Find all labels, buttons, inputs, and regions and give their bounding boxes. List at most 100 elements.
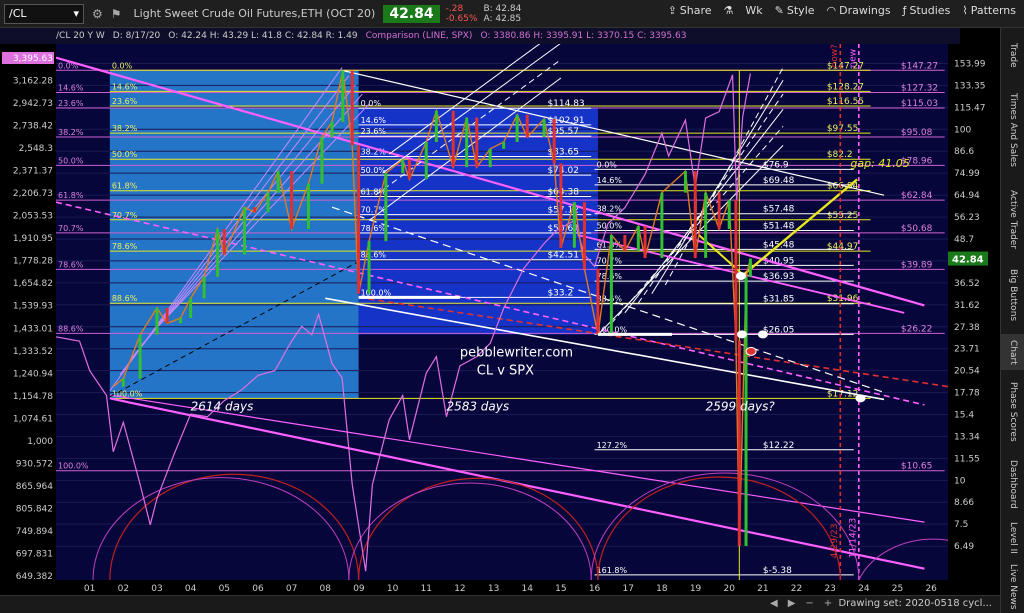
cl-candle [451, 110, 455, 168]
left-axis-label: 1,778.28 [13, 257, 53, 267]
fib-set-3-pct-label: 0.0% [361, 99, 382, 108]
x-axis-label: 20 [723, 584, 735, 594]
tab-level-ii[interactable]: Level II [1001, 518, 1024, 558]
style-button[interactable]: ✎ Style [775, 4, 815, 17]
cl-candle [704, 192, 708, 258]
fib-set-3-pct-label: 14.6% [361, 116, 387, 125]
left-axis-label: 2,206.73 [13, 189, 53, 199]
cl-candle [357, 145, 361, 294]
ask-value: A: 42.85 [483, 13, 522, 24]
right-axis-label: 115.47 [954, 103, 986, 113]
symbol-text: /CL [9, 7, 27, 20]
left-axis-label: 1,910.95 [13, 234, 53, 244]
chart-info-bar: /CL 20 Y W D: 8/17/20 O: 42.24 H: 43.29 … [0, 28, 960, 44]
cl-candle [341, 70, 345, 122]
left-axis-label: 865.964 [16, 482, 53, 492]
tab-live-news[interactable]: Live News [1001, 562, 1024, 612]
x-axis-label: 18 [656, 584, 668, 594]
timeframe-button[interactable]: Wk [745, 4, 762, 17]
left-axis-label: 649.382 [16, 572, 53, 582]
red-marker-dot [745, 346, 757, 356]
instrument-name: Light Sweet Crude Oil Futures,ETH (OCT 2… [133, 7, 376, 20]
fib-set-4-pct-label: 70.7% [597, 256, 623, 265]
right-axis-label: 13.34 [954, 432, 980, 442]
vertical-label-1: now? [830, 44, 840, 67]
fib-set-2-price-label: $55.25 [827, 211, 859, 221]
zoom-out-icon[interactable]: − [805, 598, 813, 609]
white-marker-dot [757, 330, 768, 339]
x-axis-label: 12 [454, 584, 465, 594]
x-axis-label: 22 [791, 584, 802, 594]
cl-candle [643, 226, 647, 258]
tab-trade[interactable]: Trade [1001, 34, 1024, 76]
zoom-in-icon[interactable]: + [824, 598, 832, 609]
share-icon: ⇪ [667, 4, 677, 17]
fib-set-1-pct-label: 50.0% [58, 156, 84, 165]
right-axis-label: 6.49 [954, 542, 974, 552]
cl-candle [582, 202, 586, 269]
cl-candle [525, 114, 529, 138]
flask-icon: ⚗ [723, 4, 734, 17]
x-axis-label: 16 [589, 584, 601, 594]
fib-set-1-price-label: $39.89 [901, 260, 933, 270]
x-axis-label: 01 [84, 584, 95, 594]
flag-icon[interactable]: ⚑ [111, 7, 122, 21]
fib-set-2-pct-label: 78.6% [112, 242, 138, 251]
fib-set-2-pct-label: 14.6% [112, 82, 138, 91]
drawings-button[interactable]: ◠ Drawings [827, 4, 891, 17]
cl-candle [276, 171, 280, 193]
tab-big-buttons[interactable]: Big Buttons [1001, 262, 1024, 328]
cl-candle [266, 192, 270, 213]
left-axis-label: 1,654.82 [13, 279, 53, 289]
fib-set-4-pct-label: 78.6% [597, 272, 623, 281]
fib-set-1-pct-label: 61.8% [58, 191, 84, 200]
gear-icon[interactable]: ⚙ [92, 7, 103, 21]
x-axis-label: 17 [622, 584, 633, 594]
fib-set-4-pct-label: 88.6% [597, 295, 623, 304]
left-axis-label: 1,333.52 [13, 347, 53, 357]
fib-set-1-price-label: $147.27 [901, 61, 938, 71]
series-label: /CL 20 Y W [56, 31, 105, 41]
x-axis-label: 13 [488, 584, 499, 594]
tab-chart[interactable]: Chart [1001, 334, 1024, 370]
current-price-label: 42.84 [952, 255, 984, 266]
fib-set-1-pct-label: 23.6% [58, 99, 84, 108]
vertical-date-2: 11/14/23 [848, 518, 858, 558]
gap-label: gap: 41.05 [850, 157, 909, 170]
comparison-ohlc: O: 3380.86 H: 3395.91 L: 3370.15 C: 3395… [480, 31, 687, 41]
right-axis-label: 56.23 [954, 213, 980, 223]
symbol-selector[interactable]: /CL ▾ [4, 3, 84, 24]
studies-button[interactable]: ƒ Studies [903, 4, 951, 17]
fib-set-1-pct-label: 88.6% [58, 324, 84, 333]
share-button[interactable]: ⇪ Share [668, 4, 712, 17]
cl-candle [222, 228, 226, 255]
cl-candle [330, 121, 334, 138]
cl-candle [737, 340, 741, 546]
scroll-right-icon[interactable]: ▶ [788, 598, 796, 609]
scroll-left-icon[interactable]: ◀ [770, 598, 778, 609]
fib-set-1-price-label: $10.65 [901, 462, 933, 472]
flask-button[interactable]: ⚗ [724, 4, 734, 17]
right-axis-label: 133.35 [954, 81, 986, 91]
cl-candle [572, 202, 576, 248]
x-axis-label: 14 [522, 584, 534, 594]
bar-date: D: 8/17/20 [112, 31, 161, 41]
fib-set-4-price-label: $51.48 [763, 222, 795, 232]
patterns-button[interactable]: ⌇ Patterns [962, 4, 1016, 17]
vertical-label-2: new [848, 49, 858, 68]
x-axis-label: 04 [185, 584, 197, 594]
right-axis-label: 86.6 [954, 147, 974, 157]
chart-canvas[interactable]: 0.0% $147.27 14.6% $127.32 23.6% $115.03 38.2%… [0, 44, 1000, 595]
cl-candle [660, 192, 664, 258]
tab-dashboard[interactable]: Dashboard [1001, 454, 1024, 514]
bid-value: B: 42.84 [483, 3, 522, 14]
tab-phase-scores[interactable]: Phase Scores [1001, 376, 1024, 448]
tab-active-trader[interactable]: Active Trader [1001, 184, 1024, 256]
watermark-text: pebblewriter.com [460, 346, 573, 361]
tab-times-and-sales[interactable]: Times And Sales [1001, 82, 1024, 178]
days-label-2: 2583 days [446, 400, 509, 414]
top-toolbar: /CL ▾ ⚙ ⚑ Light Sweet Crude Oil Futures,… [0, 0, 1024, 28]
left-axis-label: 1,240.94 [13, 369, 53, 379]
change-value: -.28 [445, 3, 464, 14]
drawing-set-label[interactable]: Drawing set: 2020-0518 cycl... [838, 598, 992, 609]
